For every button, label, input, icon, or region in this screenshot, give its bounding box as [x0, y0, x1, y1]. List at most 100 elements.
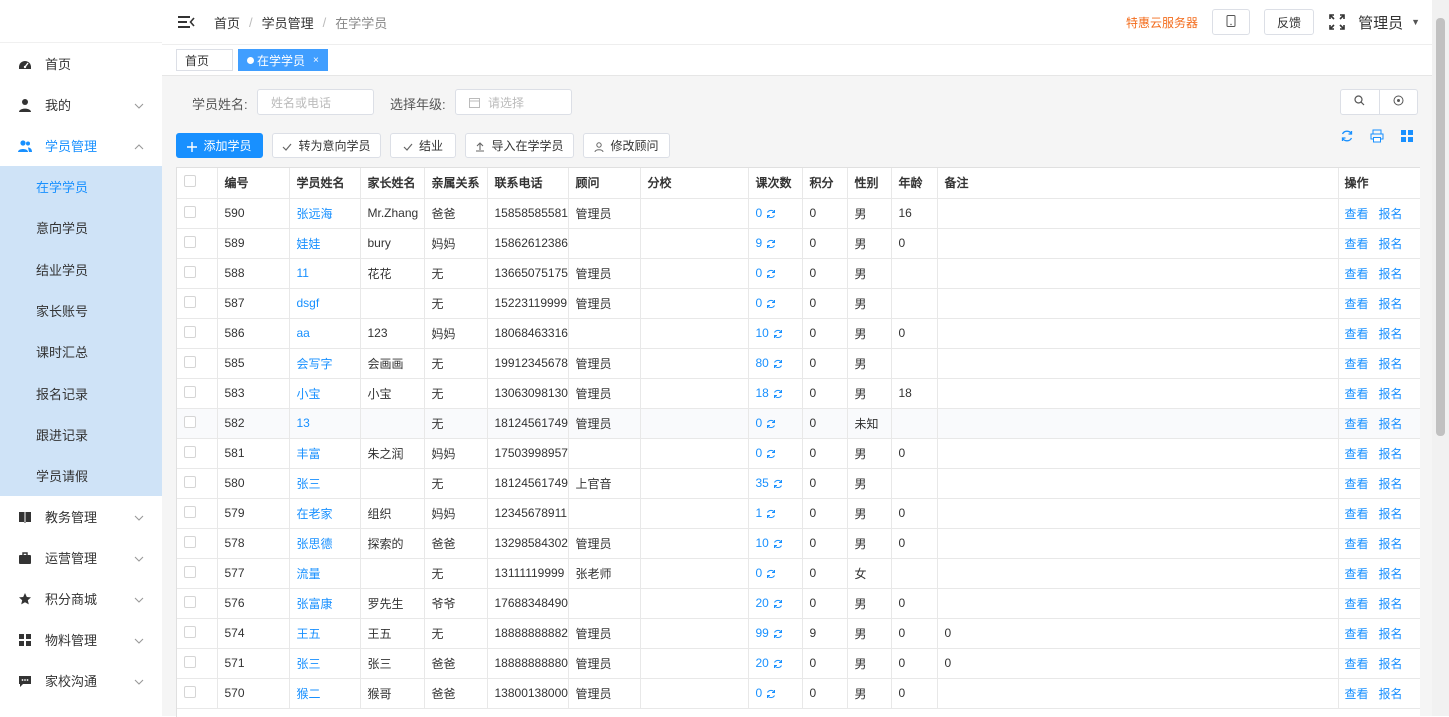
- grade-select[interactable]: 请选择: [455, 89, 572, 115]
- lessons-link[interactable]: 0: [756, 266, 777, 280]
- lessons-link[interactable]: 35: [756, 476, 783, 490]
- row-checkbox[interactable]: [184, 295, 196, 308]
- sidebar-subitem-6[interactable]: 跟进记录: [0, 414, 162, 455]
- refresh-icon[interactable]: [773, 328, 783, 339]
- col-lessons[interactable]: 课次数: [748, 168, 803, 199]
- table-row[interactable]: 570 猴二 猴哥 爸爸 13800138000 管理员 0 0 男 0 查看 报名: [177, 678, 1420, 709]
- enroll-link[interactable]: 报名: [1379, 207, 1403, 221]
- table-row[interactable]: 581 丰富 朱之润 妈妈 17503998957 0 0 男 0 查看 报名: [177, 438, 1420, 469]
- lessons-link[interactable]: 20: [756, 596, 783, 610]
- col-parent[interactable]: 家长姓名: [360, 168, 425, 199]
- view-link[interactable]: 查看: [1345, 417, 1369, 431]
- refresh-icon[interactable]: [766, 448, 776, 459]
- student-name-link[interactable]: 11: [297, 266, 309, 280]
- refresh-icon[interactable]: [773, 598, 783, 609]
- enroll-link[interactable]: 报名: [1379, 687, 1403, 701]
- table-row[interactable]: 590 张远海 Mr.Zhang 爸爸 15858585581 管理员 0 0 男 16 查看 报名: [177, 198, 1420, 229]
- table-row[interactable]: 578 张思德 探索的 爸爸 13298584302 管理员 10 0 男 0 查看 报名: [177, 528, 1420, 559]
- lessons-link[interactable]: 10: [756, 326, 783, 340]
- row-checkbox[interactable]: [184, 205, 196, 218]
- row-select[interactable]: [177, 228, 218, 259]
- sidebar-item-bottom-0[interactable]: 教务管理: [0, 496, 162, 537]
- col-branch[interactable]: 分校: [640, 168, 749, 199]
- student-name-link[interactable]: 张三: [297, 657, 321, 671]
- sidebar-item-bottom-3[interactable]: 物料管理: [0, 619, 162, 660]
- col-name[interactable]: 学员姓名: [289, 168, 361, 199]
- lessons-link[interactable]: 0: [756, 446, 777, 460]
- row-checkbox[interactable]: [184, 685, 196, 698]
- row-select[interactable]: [177, 648, 218, 679]
- reset-button[interactable]: [1378, 90, 1418, 114]
- row-select[interactable]: [177, 528, 218, 559]
- row-checkbox[interactable]: [184, 385, 196, 398]
- row-checkbox[interactable]: [184, 235, 196, 248]
- row-select[interactable]: [177, 618, 218, 649]
- row-checkbox[interactable]: [184, 475, 196, 488]
- import-button[interactable]: 导入在学学员: [465, 133, 574, 158]
- table-row[interactable]: 583 小宝 小宝无 13063098130 管理员 18 0 男 18 查看 报名: [177, 378, 1420, 409]
- student-name-link[interactable]: dsgf: [297, 296, 320, 310]
- table-row[interactable]: 585 会写字 会画画无 19912345678 管理员 80 0 男 查看 报名: [177, 348, 1420, 379]
- row-checkbox[interactable]: [184, 355, 196, 368]
- row-select[interactable]: [177, 438, 218, 469]
- col-relation[interactable]: 亲属关系: [424, 168, 488, 199]
- row-select[interactable]: [177, 348, 218, 379]
- to-intent-button[interactable]: 转为意向学员: [272, 133, 381, 158]
- student-name-link[interactable]: 娃娃: [297, 237, 321, 251]
- refresh-icon[interactable]: [773, 358, 783, 369]
- col-advisor[interactable]: 顾问: [568, 168, 641, 199]
- student-name-link[interactable]: 流量: [297, 567, 321, 581]
- breadcrumb-student-mgmt[interactable]: 学员管理: [262, 13, 314, 32]
- sidebar-item-top-1[interactable]: 我的: [0, 84, 162, 125]
- refresh-icon[interactable]: [766, 688, 776, 699]
- table-row[interactable]: 576 张富康 罗先生 爷爷 17688348490 20 0 男 0 查看 报名: [177, 588, 1420, 619]
- row-checkbox[interactable]: [184, 535, 196, 548]
- row-select[interactable]: [177, 498, 218, 529]
- row-checkbox[interactable]: [184, 415, 196, 428]
- close-tab-icon[interactable]: ×: [313, 55, 319, 66]
- sidebar-subitem-3[interactable]: 家长账号: [0, 290, 162, 331]
- lessons-link[interactable]: 0: [756, 296, 777, 310]
- view-link[interactable]: 查看: [1345, 627, 1369, 641]
- row-select[interactable]: [177, 258, 218, 289]
- col-points[interactable]: 积分: [802, 168, 848, 199]
- sidebar-subitem-1[interactable]: 意向学员: [0, 207, 162, 248]
- lessons-link[interactable]: 99: [756, 626, 783, 640]
- student-name-link[interactable]: 会写字: [297, 357, 333, 371]
- table-row[interactable]: 582 13 无 18124561749 管理员 0 0 未知 查看 报名: [177, 408, 1420, 439]
- refresh-icon[interactable]: [773, 538, 783, 549]
- refresh-icon[interactable]: [766, 298, 776, 309]
- add-student-button[interactable]: 添加学员: [176, 133, 263, 158]
- student-name-input[interactable]: 姓名或电话: [257, 89, 374, 115]
- refresh-icon[interactable]: [766, 268, 776, 279]
- lessons-link[interactable]: 0: [756, 416, 777, 430]
- mobile-button[interactable]: [1212, 9, 1251, 35]
- enroll-link[interactable]: 报名: [1379, 567, 1403, 581]
- fullscreen-icon[interactable]: [1328, 13, 1346, 31]
- row-select[interactable]: [177, 288, 218, 319]
- refresh-icon[interactable]: [773, 628, 783, 639]
- enroll-link[interactable]: 报名: [1379, 357, 1403, 371]
- lessons-link[interactable]: 20: [756, 656, 783, 670]
- view-link[interactable]: 查看: [1345, 447, 1369, 461]
- view-link[interactable]: 查看: [1345, 267, 1369, 281]
- row-select[interactable]: [177, 678, 218, 709]
- student-name-link[interactable]: 张思德: [297, 537, 333, 551]
- student-name-link[interactable]: 猴二: [297, 687, 321, 701]
- search-button[interactable]: [1341, 90, 1379, 114]
- row-checkbox[interactable]: [184, 655, 196, 668]
- graduate-button[interactable]: 结业: [390, 133, 456, 158]
- refresh-icon[interactable]: [766, 418, 776, 429]
- table-row[interactable]: 571 张三 张三 爸爸 18888888880 管理员 20 0 男 0 0 查看 报名: [177, 648, 1420, 679]
- sidebar-item-top-2[interactable]: 学员管理: [0, 125, 162, 166]
- view-link[interactable]: 查看: [1345, 297, 1369, 311]
- view-link[interactable]: 查看: [1345, 537, 1369, 551]
- view-link[interactable]: 查看: [1345, 477, 1369, 491]
- refresh-icon[interactable]: [766, 208, 776, 219]
- enroll-link[interactable]: 报名: [1379, 447, 1403, 461]
- student-name-link[interactable]: 张富康: [297, 597, 333, 611]
- sidebar-subitem-2[interactable]: 结业学员: [0, 249, 162, 290]
- view-link[interactable]: 查看: [1345, 657, 1369, 671]
- student-name-link[interactable]: aa: [297, 326, 310, 340]
- row-checkbox[interactable]: [184, 595, 196, 608]
